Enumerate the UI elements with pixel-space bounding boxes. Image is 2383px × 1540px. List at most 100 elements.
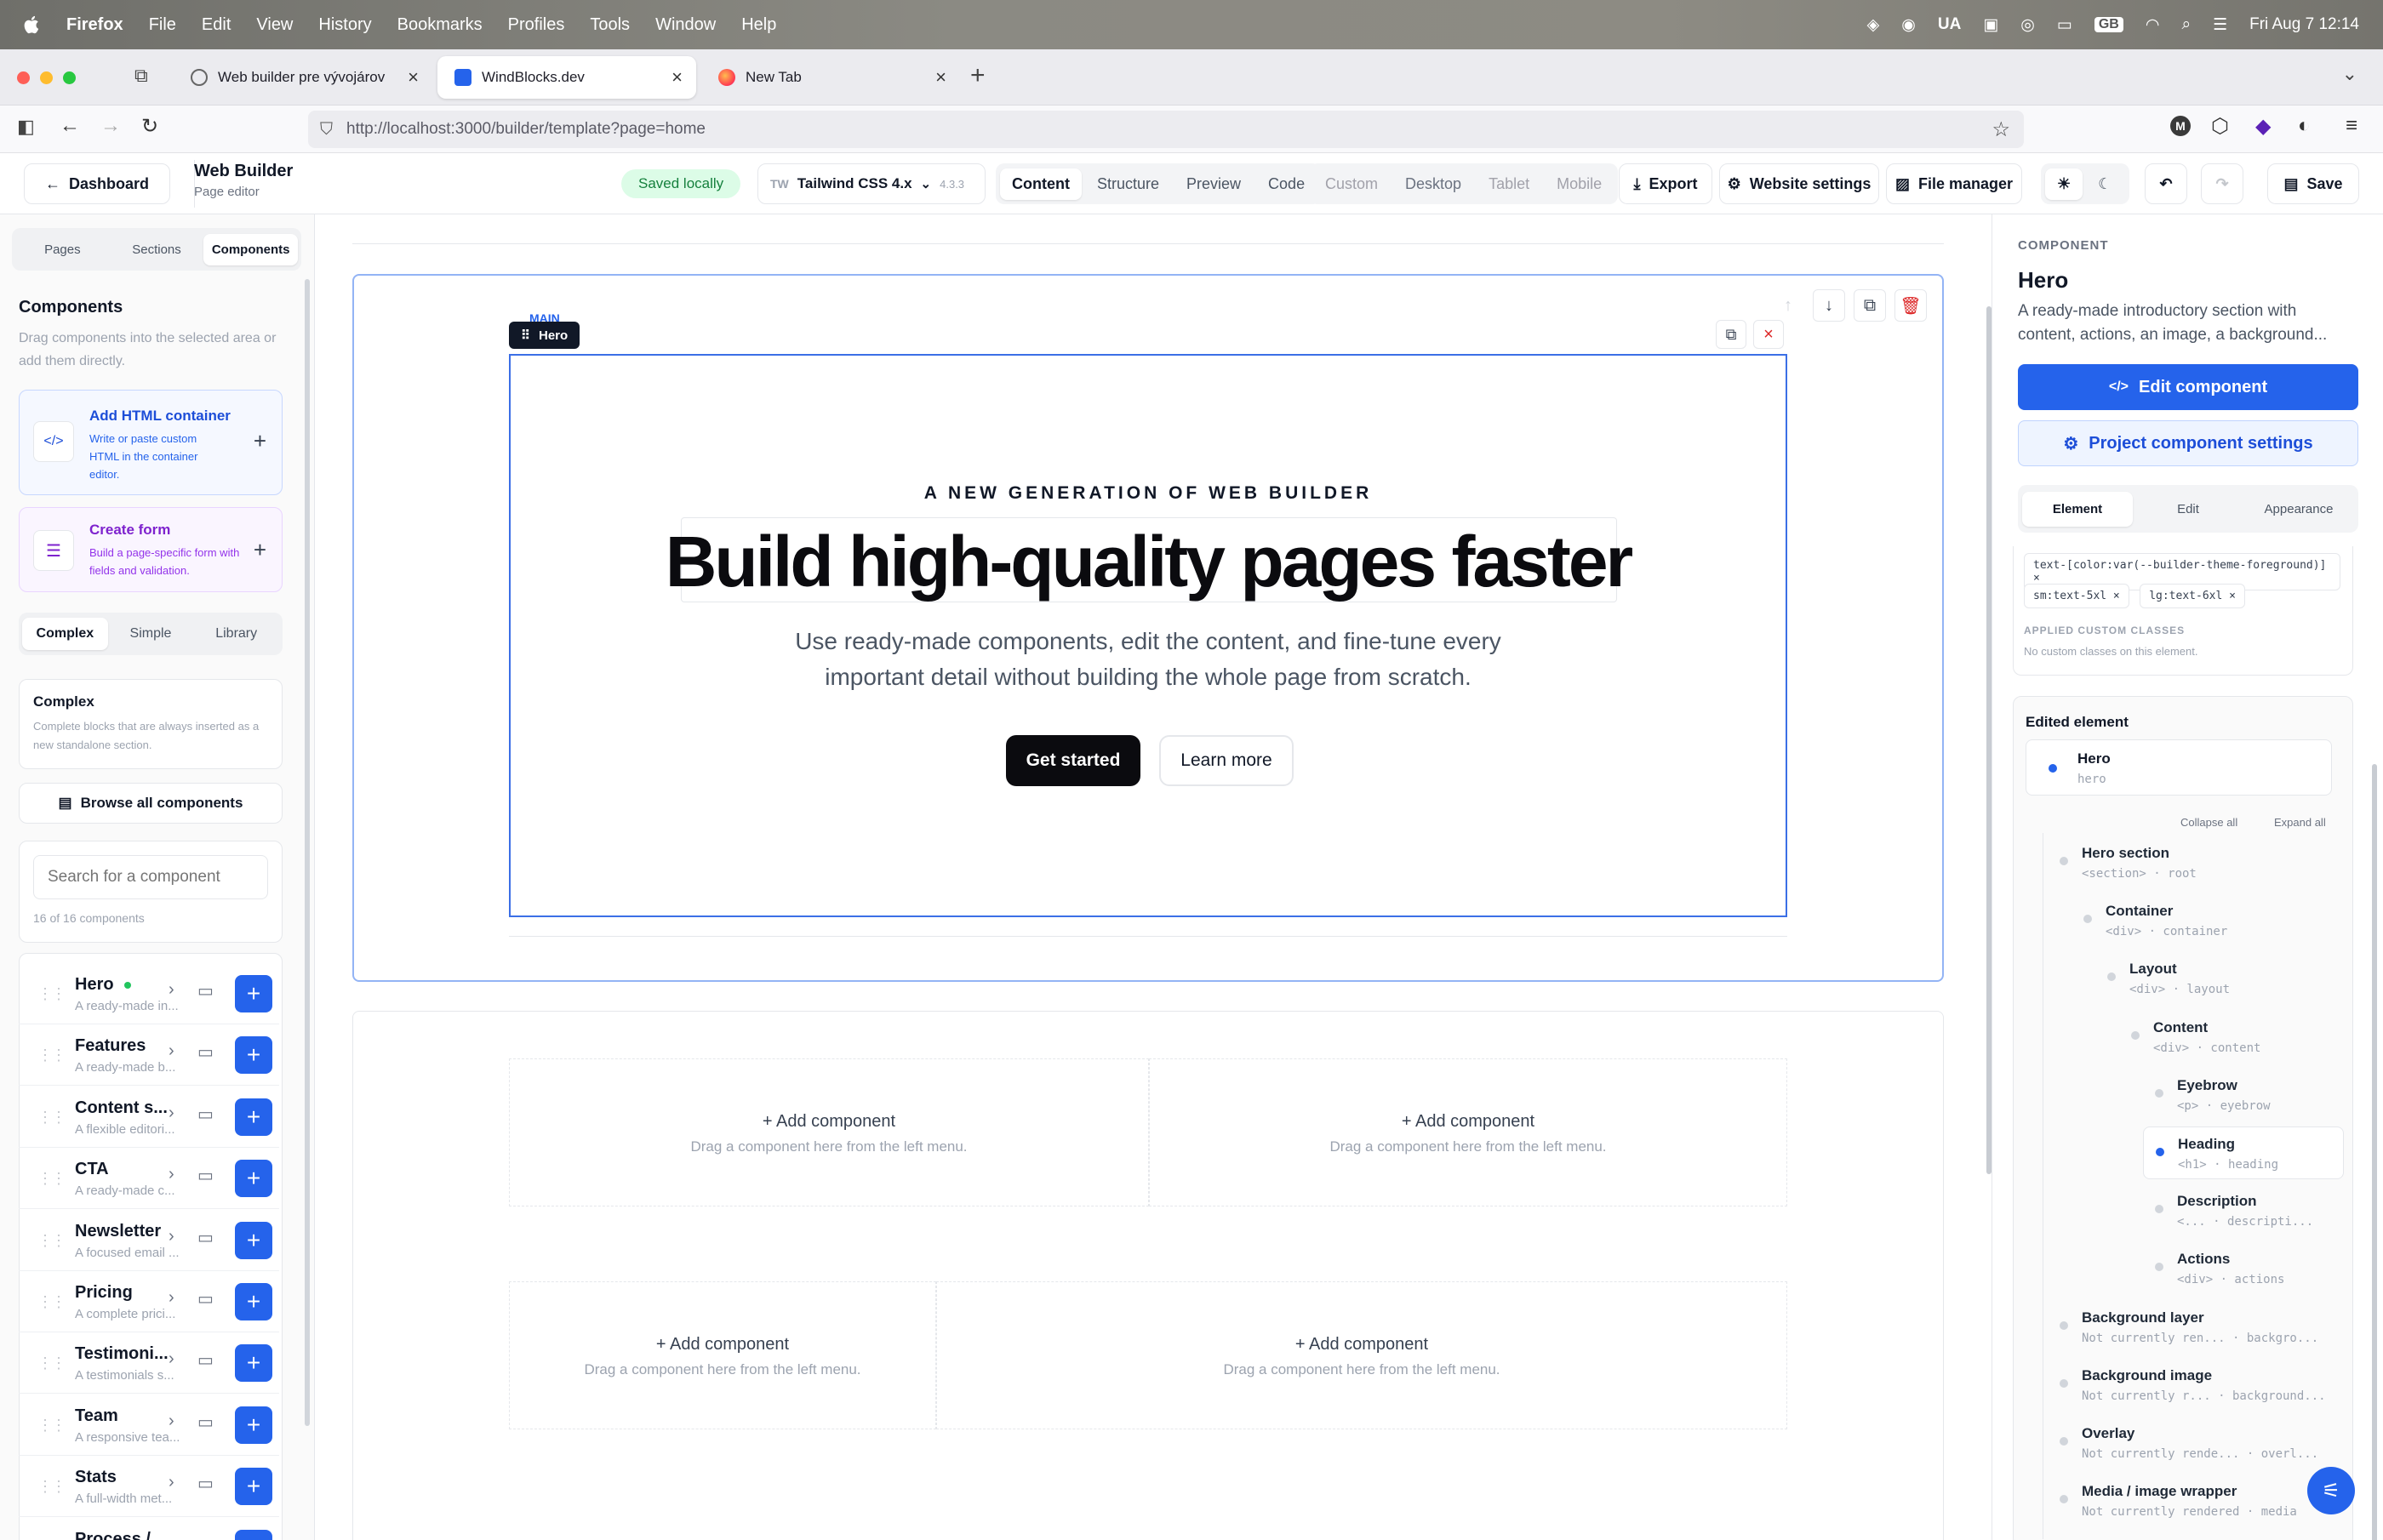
create-form-card[interactable]: ☰ Create form Build a page-specific form… (19, 507, 283, 592)
tree-node[interactable]: Container <div> · container (2072, 894, 2344, 947)
screen-mirror-icon[interactable]: ▣ (1983, 15, 1998, 35)
chevron-right-icon[interactable]: › (169, 980, 174, 1000)
add-component-plus-icon[interactable]: + (235, 1468, 272, 1506)
device-custom[interactable]: Custom (1313, 168, 1390, 200)
tree-node[interactable]: Hero section <section> · root (2048, 836, 2344, 889)
dropzone-3[interactable]: + Add component Drag a component here fr… (509, 1281, 936, 1429)
tab-overview-icon[interactable]: ⧉ (134, 65, 148, 87)
filter-simple[interactable]: Simple (108, 626, 194, 642)
plus-icon[interactable]: + (254, 428, 266, 454)
monitor-icon[interactable]: ▭ (197, 1165, 214, 1186)
zoom-window-button[interactable] (63, 71, 76, 84)
monitor-icon[interactable]: ▭ (197, 1535, 214, 1540)
monitor-icon[interactable]: ▭ (197, 1412, 214, 1433)
menu-tools[interactable]: Tools (590, 15, 630, 35)
floating-settings-button[interactable]: ⚟ (2307, 1467, 2355, 1514)
tab-edit[interactable]: Edit (2133, 502, 2243, 516)
component-search-input[interactable] (33, 855, 268, 899)
class-chip[interactable]: lg:text-6xl × (2140, 584, 2245, 608)
hero-eyebrow[interactable]: A NEW GENERATION OF WEB BUILDER (511, 483, 1786, 504)
url-text[interactable]: http://localhost:3000/builder/template?p… (346, 120, 706, 139)
url-bar[interactable]: ⛉ http://localhost:3000/builder/template… (308, 111, 2024, 148)
dropzone-title[interactable]: + Add component (510, 1335, 935, 1355)
forward-arrow-icon[interactable]: → (100, 114, 121, 138)
chevron-right-icon[interactable]: › (169, 1104, 174, 1123)
filter-complex[interactable]: Complex (22, 618, 108, 650)
hero-description-line1[interactable]: Use ready-made components, edit the cont… (511, 628, 1786, 655)
filter-library[interactable]: Library (193, 626, 279, 642)
learn-more-button[interactable]: Learn more (1159, 735, 1294, 786)
component-list-item[interactable]: ⋮⋮ Testimoni... A testimonials s... › ▭ + (19, 1332, 279, 1395)
profile-extension-icon[interactable]: ◐ (2298, 114, 2311, 138)
component-list-item[interactable]: ⋮⋮ Hero A ready-made in... › ▭ + (19, 963, 279, 1024)
chevron-right-icon[interactable]: › (169, 1412, 174, 1431)
drag-handle-icon[interactable]: ⋮⋮ (37, 1417, 66, 1434)
puzzle-extension-icon[interactable]: ⬡ (2211, 114, 2229, 139)
drag-handle-icon[interactable]: ⋮⋮ (37, 1170, 66, 1188)
add-component-plus-icon[interactable]: + (235, 1036, 272, 1075)
close-icon[interactable]: × (1753, 320, 1784, 349)
clock[interactable]: Fri Aug 7 12:14 (2249, 15, 2359, 34)
mode-preview[interactable]: Preview (1174, 168, 1253, 200)
extensions-icon[interactable]: M (2170, 116, 2191, 136)
mode-code[interactable]: Code (1256, 168, 1317, 200)
status-sync-icon[interactable]: ◉ (1901, 15, 1916, 35)
menu-edit[interactable]: Edit (202, 15, 231, 35)
expand-all-button[interactable]: Expand all (2274, 816, 2326, 829)
chevron-right-icon[interactable]: › (169, 1349, 174, 1369)
dropzone-title[interactable]: + Add component (1150, 1112, 1786, 1132)
back-to-dashboard-button[interactable]: ← Dashboard (24, 163, 170, 204)
dropzone-title[interactable]: + Add component (510, 1112, 1148, 1132)
new-tab-plus-icon[interactable]: + (970, 61, 986, 90)
tab-pages[interactable]: Pages (15, 242, 110, 257)
monitor-icon[interactable]: ▭ (197, 1473, 214, 1494)
keyboard-layout-badge[interactable]: GB (2094, 17, 2123, 32)
tab-element[interactable]: Element (2022, 491, 2133, 527)
plus-icon[interactable]: + (254, 537, 266, 563)
tree-node[interactable]: Background layer Not currently ren... · b… (2048, 1301, 2344, 1354)
tab-web-builder[interactable]: Web builder pre vývojárov × (174, 56, 432, 99)
dropzone-title[interactable]: + Add component (937, 1335, 1786, 1355)
close-tab-icon[interactable]: × (671, 66, 683, 88)
tree-node[interactable]: Actions <div> · actions (2143, 1242, 2344, 1295)
tab-list-chevron-down-icon[interactable]: ⌄ (2342, 63, 2357, 85)
component-list-item[interactable]: ⋮⋮ Stats A full-width met... › ▭ + (19, 1456, 279, 1518)
mode-content[interactable]: Content (1000, 168, 1082, 200)
undo-button[interactable]: ↶ (2145, 163, 2187, 204)
delete-section-icon[interactable]: 🗑 (1894, 289, 1927, 322)
site-info-shield-icon[interactable]: ⛉ (320, 120, 333, 140)
collapse-all-button[interactable]: Collapse all (2180, 816, 2237, 829)
chevron-right-icon[interactable]: › (169, 1473, 174, 1492)
notification-extension-icon[interactable]: ◆ (2255, 114, 2271, 139)
sidebar-toggle-icon[interactable]: ◧ (17, 116, 35, 138)
menu-help[interactable]: Help (741, 15, 776, 35)
sun-icon[interactable]: ☀ (2045, 168, 2083, 200)
tab-appearance[interactable]: Appearance (2243, 502, 2354, 516)
input-language[interactable]: UA (1938, 15, 1961, 34)
sidebar-scrollbar[interactable] (305, 279, 310, 1426)
bookmark-star-icon[interactable]: ☆ (1992, 117, 2010, 142)
menu-profiles[interactable]: Profiles (508, 15, 565, 35)
moon-icon[interactable]: ☾ (2086, 168, 2123, 200)
framework-select[interactable]: TW Tailwind CSS 4.x ⌄ 4.3.3 (757, 163, 986, 204)
status-extension-icon[interactable]: ◈ (1867, 15, 1880, 35)
add-component-plus-icon[interactable]: + (235, 1344, 272, 1383)
redo-button[interactable]: ↷ (2201, 163, 2243, 204)
monitor-icon[interactable]: ▭ (197, 1041, 214, 1063)
minimize-window-button[interactable] (40, 71, 53, 84)
file-manager-button[interactable]: ▨ File manager (1886, 163, 2022, 204)
class-chip[interactable]: sm:text-5xl × (2024, 584, 2129, 608)
hero-heading-text[interactable]: Build high-quality pages faster (511, 521, 1786, 603)
add-component-plus-icon[interactable]: + (235, 1406, 272, 1444)
website-settings-button[interactable]: ⚙ Website settings (1719, 163, 1879, 204)
chevron-right-icon[interactable]: › (169, 1535, 174, 1540)
tab-windblocks[interactable]: WindBlocks.dev × (437, 56, 696, 99)
tree-node[interactable]: Description <... · descripti... (2143, 1184, 2344, 1237)
panel-scrollbar[interactable] (2372, 764, 2377, 1540)
add-component-plus-icon[interactable]: + (235, 1160, 272, 1198)
drag-handle-icon[interactable]: ⋮⋮ (37, 1293, 66, 1311)
get-started-button[interactable]: Get started (1006, 735, 1140, 786)
drag-handle-icon[interactable]: ⋮⋮ (37, 1232, 66, 1250)
tree-node[interactable]: Eyebrow <p> · eyebrow (2143, 1069, 2344, 1121)
monitor-icon[interactable]: ▭ (197, 1104, 214, 1125)
